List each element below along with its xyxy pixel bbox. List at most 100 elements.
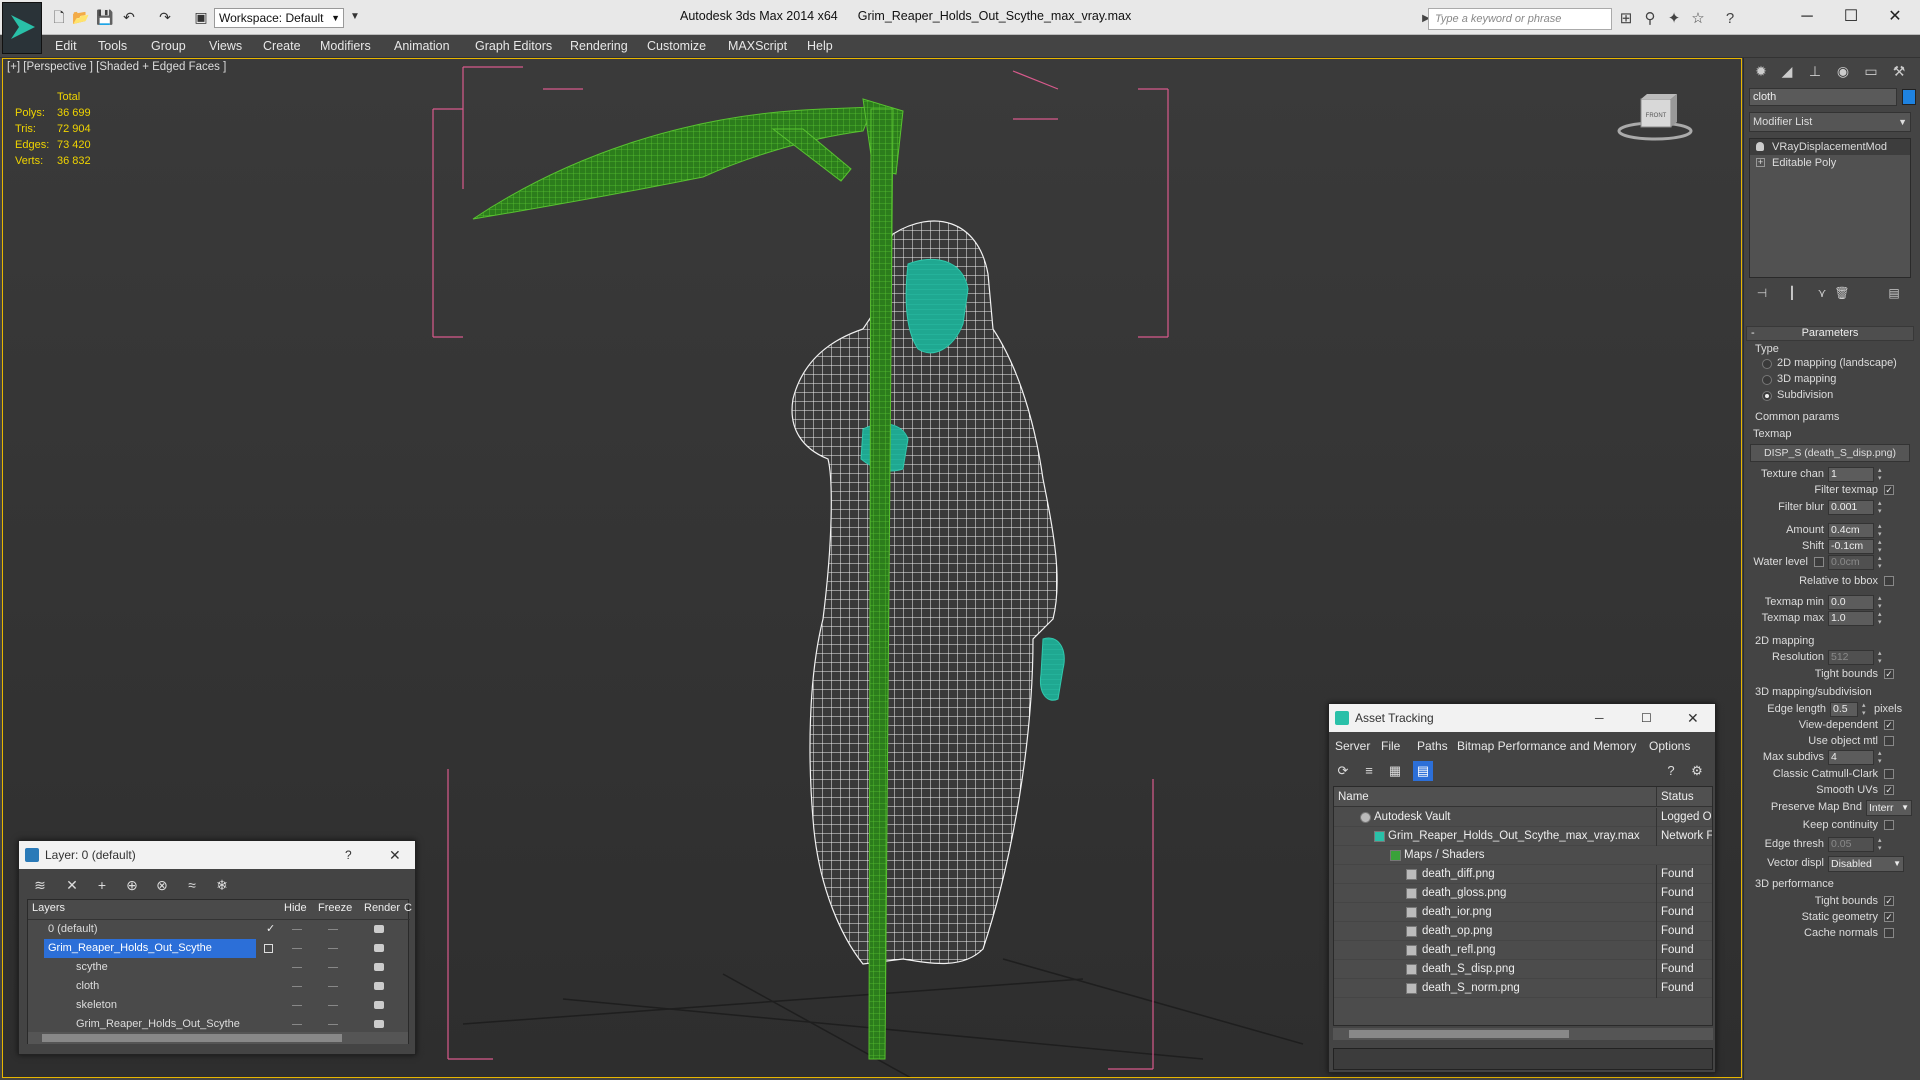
asset-menu-options[interactable]: Options — [1649, 739, 1690, 753]
undo-icon[interactable]: ↶ — [120, 8, 138, 26]
close-button[interactable]: ✕ — [1872, 4, 1918, 30]
render-teapot-icon[interactable] — [374, 925, 384, 933]
use-object-mtl-checkbox[interactable] — [1884, 736, 1894, 746]
render-teapot-icon[interactable] — [374, 1001, 384, 1009]
asset-row[interactable]: death_S_disp.png Found — [1334, 960, 1712, 979]
hide-toggle[interactable] — [292, 986, 302, 987]
remove-modifier-icon[interactable]: 🗑 — [1833, 284, 1851, 302]
menu-animation[interactable]: Animation — [394, 39, 450, 53]
tight-bounds-checkbox[interactable]: ✓ — [1884, 669, 1894, 679]
freeze-toggle[interactable] — [328, 967, 338, 968]
hide-toggle[interactable] — [292, 1024, 302, 1025]
open-file-icon[interactable]: 📂 — [72, 8, 90, 26]
help-icon[interactable]: ? — [1720, 9, 1740, 29]
stack-item-editable-poly[interactable]: + Editable Poly — [1750, 155, 1910, 171]
horizontal-scrollbar[interactable] — [1333, 1028, 1713, 1040]
column-header-name[interactable]: Name — [1334, 787, 1656, 807]
menu-group[interactable]: Group — [151, 39, 186, 53]
texmap-min-spinner[interactable]: 0.0 — [1828, 595, 1884, 611]
hierarchy-tab-icon[interactable]: ⊥ — [1802, 58, 1828, 84]
asset-menu-server[interactable]: Server — [1335, 739, 1370, 753]
menu-modifiers[interactable]: Modifiers — [320, 39, 371, 53]
help-question-icon[interactable]: ? — [1661, 761, 1681, 781]
asset-table[interactable]: Name Status Autodesk Vault Logged O Grim… — [1333, 786, 1713, 1026]
asset-menu-bitmap-performance[interactable]: Bitmap Performance and Memory — [1457, 739, 1636, 753]
menu-rendering[interactable]: Rendering — [570, 39, 628, 53]
vector-displ-dropdown[interactable]: Disabled ▼ — [1828, 856, 1904, 872]
render-teapot-icon[interactable] — [374, 1020, 384, 1028]
filter-texmap-checkbox[interactable]: ✓ — [1884, 485, 1894, 495]
column-header-status[interactable]: Status — [1656, 787, 1712, 807]
hide-all-layers-icon[interactable]: ≈ — [183, 876, 201, 894]
asset-path-field[interactable] — [1333, 1048, 1713, 1070]
column-header-layers[interactable]: Layers — [32, 902, 65, 914]
search-input[interactable]: Type a keyword or phrase — [1428, 8, 1612, 30]
menu-graph-editors[interactable]: Graph Editors — [475, 39, 552, 53]
texmap-max-spinner[interactable]: 1.0 — [1828, 611, 1884, 627]
pin-stack-icon[interactable]: ⊣ — [1753, 284, 1771, 302]
list-view-icon[interactable]: ≡ — [1359, 761, 1379, 781]
refresh-icon[interactable]: ⟳ — [1333, 761, 1353, 781]
create-layer-icon[interactable]: ≋ — [31, 876, 49, 894]
subscription-icon[interactable]: ⚲ — [1640, 9, 1660, 29]
minimize-button[interactable]: ─ — [1595, 704, 1604, 732]
project-folder-icon[interactable]: ▣ — [192, 8, 210, 26]
cache-normals-checkbox[interactable] — [1884, 928, 1894, 938]
keep-continuity-checkbox[interactable] — [1884, 820, 1894, 830]
freeze-toggle[interactable] — [328, 1005, 338, 1006]
filter-blur-spinner[interactable]: 0.001 — [1828, 500, 1884, 516]
asset-row[interactable]: Grim_Reaper_Holds_Out_Scythe_max_vray.ma… — [1334, 827, 1712, 846]
view-dependent-checkbox[interactable]: ✓ — [1884, 720, 1894, 730]
asset-row[interactable]: death_refl.png Found — [1334, 941, 1712, 960]
freeze-toggle[interactable] — [328, 948, 338, 949]
asset-window-titlebar[interactable]: Asset Tracking ─ ☐ ✕ — [1329, 704, 1715, 732]
redo-icon[interactable]: ↷ — [156, 8, 174, 26]
make-active-box-icon[interactable] — [264, 944, 273, 953]
smooth-uvs-checkbox[interactable]: ✓ — [1884, 785, 1894, 795]
edge-thresh-spinner[interactable]: 0.05 — [1828, 837, 1884, 853]
classic-catmull-clark-checkbox[interactable] — [1884, 769, 1894, 779]
object-name-field[interactable]: cloth — [1749, 88, 1897, 106]
close-button[interactable]: ✕ — [1687, 704, 1699, 732]
resolution-spinner[interactable]: 512 — [1828, 650, 1884, 666]
modifier-list-dropdown[interactable]: Modifier List ▼ — [1749, 112, 1911, 132]
layer-row[interactable]: scythe — [28, 958, 408, 977]
edge-length-spinner[interactable]: 0.5 — [1830, 702, 1868, 718]
expand-plus-icon[interactable]: + — [1756, 158, 1765, 167]
asset-row[interactable]: Maps / Shaders — [1334, 846, 1712, 865]
new-file-icon[interactable]: 🗋 — [50, 8, 68, 26]
menu-views[interactable]: Views — [209, 39, 242, 53]
stack-item-vraydisplacement[interactable]: VRayDisplacementMod — [1750, 139, 1910, 155]
modify-tab-icon[interactable]: ◢ — [1774, 58, 1800, 84]
help-icon[interactable]: ? — [345, 841, 352, 869]
hide-toggle[interactable] — [292, 929, 302, 930]
hide-toggle[interactable] — [292, 948, 302, 949]
render-teapot-icon[interactable] — [374, 963, 384, 971]
maximize-button[interactable]: ☐ — [1641, 704, 1652, 732]
menu-tools[interactable]: Tools — [98, 39, 127, 53]
layer-row[interactable]: skeleton — [28, 996, 408, 1015]
asset-row[interactable]: death_ior.png Found — [1334, 903, 1712, 922]
menu-edit[interactable]: Edit — [55, 39, 77, 53]
create-tab-sun-icon[interactable]: ✹ — [1748, 58, 1774, 84]
radio-3d-mapping[interactable] — [1762, 375, 1772, 385]
asset-row[interactable]: Autodesk Vault Logged O — [1334, 808, 1712, 827]
freeze-toggle[interactable] — [328, 1024, 338, 1025]
freeze-toggle[interactable] — [328, 929, 338, 930]
show-end-result-icon[interactable]: ┃ — [1783, 284, 1801, 302]
lightbulb-icon[interactable] — [1756, 142, 1764, 151]
scrollbar-thumb[interactable] — [42, 1034, 342, 1042]
layer-row[interactable]: cloth — [28, 977, 408, 996]
hide-toggle[interactable] — [292, 967, 302, 968]
column-header-render[interactable]: Render — [364, 902, 400, 914]
asset-menu-file[interactable]: File — [1381, 739, 1400, 753]
asset-row[interactable]: death_S_norm.png Found — [1334, 979, 1712, 998]
asset-row[interactable]: death_gloss.png Found — [1334, 884, 1712, 903]
layer-table[interactable]: Layers Hide Freeze Render C 0 (default) … — [27, 899, 412, 1044]
scrollbar-thumb[interactable] — [1349, 1030, 1569, 1038]
active-layer-check-icon[interactable]: ✓ — [266, 920, 275, 939]
horizontal-scrollbar[interactable] — [28, 1032, 408, 1044]
favorites-star-icon[interactable]: ☆ — [1688, 9, 1708, 29]
shift-spinner[interactable]: -0.1cm — [1828, 539, 1884, 555]
asset-row[interactable]: death_op.png Found — [1334, 922, 1712, 941]
